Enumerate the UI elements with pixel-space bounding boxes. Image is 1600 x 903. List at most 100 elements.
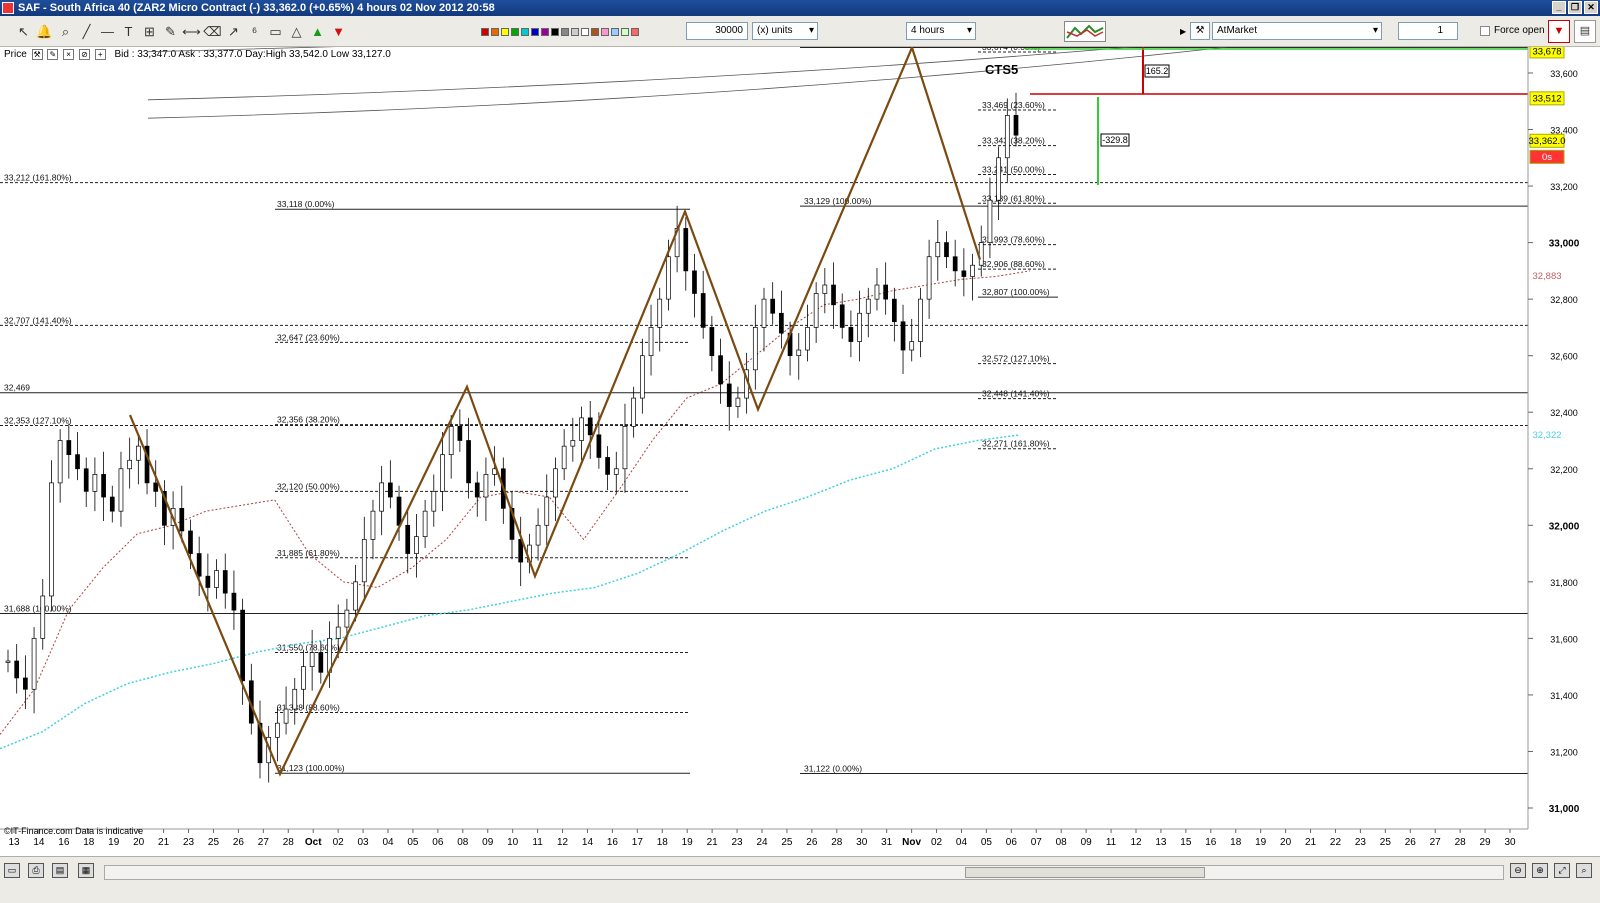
candle-body — [883, 284, 889, 300]
price-label: 32,883 — [1530, 269, 1564, 283]
colour-swatch[interactable] — [621, 27, 629, 36]
price-label: 32,322 — [1530, 428, 1564, 442]
candle-body — [318, 652, 324, 673]
time-tick-label: 17 — [632, 837, 644, 848]
units-select[interactable]: (x) units — [752, 22, 818, 40]
zigzag-pattern — [128, 47, 982, 777]
restore-icon[interactable]: ❐ — [1568, 1, 1582, 14]
force-open-checkbox[interactable] — [1480, 26, 1490, 36]
cursor-icon[interactable]: ↖ — [14, 22, 33, 41]
zoom-icon[interactable]: ⌕ — [56, 22, 75, 41]
window-controls: _ ❐ ✕ — [1552, 1, 1598, 14]
order-type-select[interactable]: AtMarket — [1212, 22, 1382, 40]
save-icon[interactable]: ▤ — [52, 863, 68, 878]
time-tick-label: 20 — [1280, 837, 1292, 848]
time-tick-label: 21 — [707, 837, 719, 848]
time-tick-label: 13 — [1155, 837, 1167, 848]
buy-arrow-icon[interactable]: ▲ — [308, 22, 327, 41]
measure-icon[interactable]: ⟷ — [182, 22, 201, 41]
trade-panel-icon[interactable]: ▤ — [1574, 20, 1596, 43]
colour-swatch[interactable] — [501, 27, 509, 36]
colour-swatch[interactable] — [531, 27, 539, 36]
colour-swatch[interactable] — [611, 27, 619, 36]
candle-body — [622, 426, 628, 470]
candle-body — [579, 417, 584, 441]
fib-icon[interactable]: ⊞ — [140, 22, 159, 41]
time-tick-label: 31 — [881, 837, 893, 848]
candle-body — [865, 298, 871, 314]
rect-icon[interactable]: ▭ — [266, 22, 285, 41]
delete-icon[interactable]: ⌫ — [203, 22, 222, 41]
triangle-icon[interactable]: △ — [287, 22, 306, 41]
line-icon[interactable]: ╱ — [77, 22, 96, 41]
colour-swatch[interactable] — [561, 27, 569, 36]
scroll-thumb[interactable] — [965, 867, 1205, 878]
price-chart[interactable]: 33,212 (161.80%) 32,707 (141.40%) 32,469 32… — [0, 47, 1600, 856]
colour-swatch[interactable] — [541, 27, 549, 36]
colour-swatch[interactable] — [601, 27, 609, 36]
price-label-text: 33,362.0 — [1529, 136, 1566, 147]
time-tick-label: 12 — [1130, 837, 1142, 848]
lots-stepper[interactable]: 1 — [1398, 22, 1458, 40]
colour-swatch[interactable] — [571, 27, 579, 36]
time-tick-label: Oct — [305, 837, 322, 848]
colour-swatch[interactable] — [481, 27, 489, 36]
hline-icon[interactable]: — — [98, 22, 117, 41]
chart-type-button[interactable] — [1064, 21, 1106, 42]
close-icon[interactable]: ✕ — [1584, 1, 1598, 14]
fib-level-label: 32,807 (100.00%) — [982, 287, 1050, 297]
candle-body — [396, 496, 402, 526]
fib-level-label: 33,241 (50.00%) — [982, 164, 1045, 174]
interval-select[interactable]: 4 hours — [906, 22, 976, 40]
colour-swatch[interactable] — [581, 27, 589, 36]
print-icon[interactable]: ⎙ — [28, 863, 44, 878]
colour-swatch[interactable] — [591, 27, 599, 36]
colour-swatch[interactable] — [511, 27, 519, 36]
minimize-icon[interactable]: _ — [1552, 1, 1566, 14]
colour-swatch[interactable] — [521, 27, 529, 36]
candle-body — [987, 199, 993, 243]
colour-swatch[interactable] — [631, 27, 639, 36]
fib-level-label: 31,123 (100.00%) — [277, 763, 345, 773]
candle-body — [909, 341, 915, 351]
time-tick-label: 27 — [1430, 837, 1442, 848]
time-tick-label: 30 — [856, 837, 868, 848]
order-settings-icon[interactable]: ⚒ — [1190, 22, 1210, 40]
candle-body — [118, 468, 124, 512]
candle-body — [309, 652, 315, 668]
colour-swatch[interactable] — [551, 27, 559, 36]
price-label-text: 33,678 — [1532, 47, 1561, 57]
time-tick-label: 08 — [1056, 837, 1068, 848]
candle-body — [900, 321, 906, 351]
candle-body — [75, 454, 80, 470]
fib-arcs — [147, 47, 1531, 119]
zoom-in-icon[interactable]: ⊕ — [1532, 863, 1548, 878]
text-icon[interactable]: T — [119, 22, 138, 41]
fib-level-label: 32,707 (141.40%) — [4, 315, 72, 325]
fit-icon[interactable]: ⤢ — [1554, 863, 1570, 878]
pencil-icon[interactable]: ✎ — [161, 22, 180, 41]
trend-icon[interactable]: ↗ — [224, 22, 243, 41]
candle-body — [135, 445, 141, 461]
horizontal-scrollbar[interactable] — [104, 865, 1504, 880]
sell-arrow-icon[interactable]: ▼ — [329, 22, 348, 41]
candle-body — [726, 383, 732, 407]
alarm-icon[interactable]: 🔔 — [35, 22, 54, 41]
candle-body — [822, 284, 828, 294]
candle-body — [431, 491, 437, 512]
quantity-input[interactable]: 30000 — [686, 22, 748, 40]
time-tick-label: 22 — [1330, 837, 1342, 848]
zoom-out-icon[interactable]: ⊖ — [1510, 863, 1526, 878]
candle-body — [813, 293, 819, 328]
price-tick-label: 32,400 — [1550, 408, 1578, 418]
sell-button[interactable]: ▼ — [1548, 20, 1570, 43]
zoom-select-icon[interactable]: ⌕ — [1576, 863, 1592, 878]
elliott-icon[interactable]: ⁶ — [245, 22, 264, 41]
candle-body — [692, 270, 697, 294]
cyan-moving-average — [0, 434, 1021, 750]
time-tick-label: 18 — [1230, 837, 1242, 848]
layout-icon[interactable]: ▦ — [78, 863, 94, 878]
colour-swatch[interactable] — [491, 27, 499, 36]
new-chart-icon[interactable]: ▭ — [4, 863, 20, 878]
time-tick-label: 11 — [1106, 837, 1117, 848]
